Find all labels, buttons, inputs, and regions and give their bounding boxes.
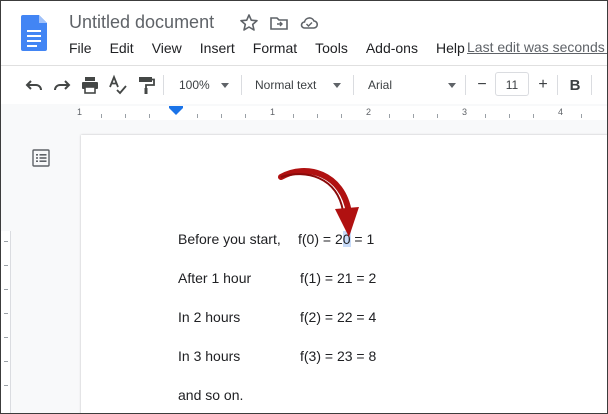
ruler-page-area [80,106,607,120]
ruler-tick [125,114,126,118]
ruler-tick [101,114,102,118]
toolbar-separator [241,75,242,95]
toolbar-separator [591,75,592,95]
redo-icon[interactable] [50,73,74,97]
ruler-label: 1 [270,107,276,117]
menu-view[interactable]: View [143,39,191,59]
ruler-tick [389,114,390,118]
star-icon[interactable] [239,13,259,33]
toolbar-separator [163,75,164,95]
ruler-label: 3 [462,107,468,117]
paragraph-style-select[interactable]: Normal text [255,73,345,97]
chevron-down-icon [221,83,229,88]
ruler-tick [197,114,198,118]
last-edit-link[interactable]: Last edit was seconds ago [467,39,607,55]
vertical-ruler[interactable] [1,231,11,413]
ruler-tick [4,385,8,386]
menu-bar: File Edit View Insert Format Tools Add-o… [60,39,474,59]
menu-format[interactable]: Format [244,39,306,59]
ruler-tick [485,114,486,118]
ruler-tick [4,289,8,290]
font-family-value: Arial [368,78,393,92]
toolbar-separator [465,75,466,95]
line-label[interactable]: In 3 hours [178,348,240,364]
bold-button[interactable]: B [567,73,583,97]
title-bar: Untitled document File Edit View Insert … [1,1,607,65]
ruler-tick [221,114,222,118]
ruler-tick [581,114,582,118]
font-size-input[interactable]: 11 [495,72,529,96]
menu-insert[interactable]: Insert [191,39,244,59]
line-label[interactable]: Before you start, [178,231,281,247]
menu-edit[interactable]: Edit [101,39,143,59]
zoom-value: 100% [179,78,210,92]
ruler-tick [4,313,8,314]
zoom-select[interactable]: 100% [179,73,235,97]
docs-logo-icon[interactable] [21,15,47,51]
ruler-tick [341,114,342,118]
menu-addons[interactable]: Add-ons [357,39,427,59]
paragraph-style-value: Normal text [255,78,317,92]
ruler-tick [533,114,534,118]
line-formula[interactable]: f(3) = 23 = 8 [300,348,376,364]
ruler-tick [293,114,294,118]
ruler-tick [4,337,8,338]
undo-icon[interactable] [22,73,46,97]
cloud-status-icon[interactable] [299,13,319,33]
ruler-label: 2 [366,107,372,117]
increase-font-size-button[interactable]: + [534,73,552,97]
ruler-tick [413,114,414,118]
spellcheck-icon[interactable] [106,73,130,97]
line-label[interactable]: In 2 hours [178,309,240,325]
ruler-tick [4,241,8,242]
line-label[interactable]: After 1 hour [178,270,251,286]
annotation-arrow-icon [278,168,359,237]
chevron-down-icon [333,83,341,88]
ruler-label: 4 [558,107,564,117]
decrease-font-size-button[interactable]: − [473,73,491,97]
ruler-tick [149,114,150,118]
toolbar-separator [353,75,354,95]
toolbar-separator [557,75,558,95]
ruler-label: 1 [77,107,83,117]
left-indent-handle[interactable] [169,108,183,115]
horizontal-ruler[interactable]: 1 1 2 3 4 [1,104,607,121]
ruler-tick [4,265,8,266]
font-family-select[interactable]: Arial [368,73,460,97]
line-label[interactable]: and so on. [178,387,243,403]
move-folder-icon[interactable] [269,13,289,33]
ruler-tick [4,361,8,362]
paint-format-icon[interactable] [134,73,158,97]
line-formula[interactable]: f(2) = 22 = 4 [300,309,376,325]
document-title[interactable]: Untitled document [69,12,214,33]
app-window: Untitled document File Edit View Insert … [0,0,608,414]
document-outline-icon[interactable] [32,149,50,167]
print-icon[interactable] [78,73,102,97]
ruler-tick [509,114,510,118]
menu-tools[interactable]: Tools [306,39,357,59]
line-formula[interactable]: f(1) = 21 = 2 [300,270,376,286]
ruler-tick [245,114,246,118]
ruler-tick [317,114,318,118]
chevron-down-icon [448,83,456,88]
menu-file[interactable]: File [60,39,101,59]
ruler-tick [437,114,438,118]
